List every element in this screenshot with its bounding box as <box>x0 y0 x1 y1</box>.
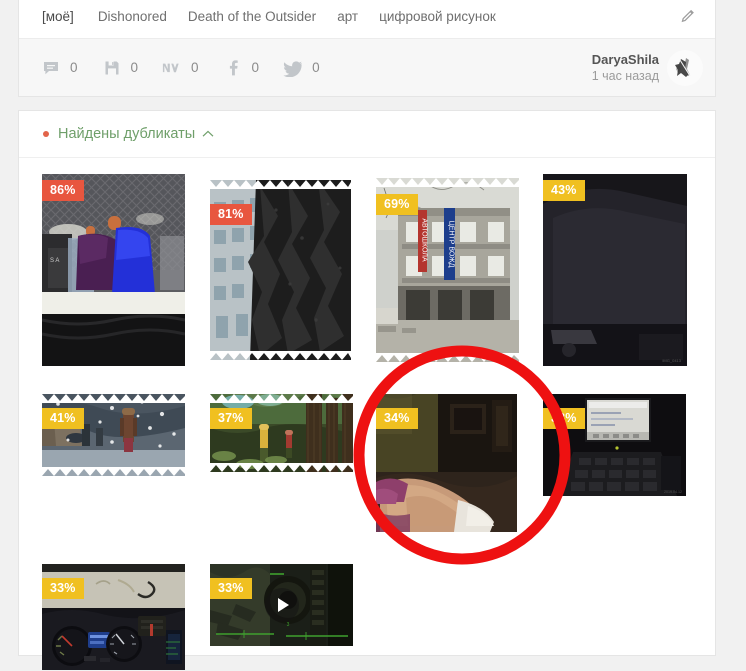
duplicate-thumb-81[interactable]: 81% <box>210 174 351 360</box>
zigzag-edge <box>210 180 351 189</box>
stat-count: 0 <box>130 60 139 75</box>
zigzag-edge <box>210 463 353 472</box>
match-badge: 43% <box>543 180 585 201</box>
duplicate-thumb-34[interactable]: 34% <box>376 388 517 532</box>
author-name[interactable]: DaryaShila <box>592 51 659 68</box>
zigzag-edge <box>376 353 519 362</box>
zigzag-edge <box>210 394 353 403</box>
page-root: [моё] Dishonored Death of the Outsider а… <box>0 0 746 671</box>
stat-count: 0 <box>191 60 199 75</box>
duplicates-row: 33% 3 33% <box>42 558 715 671</box>
svg-text:АВТОШКОЛА: АВТОШКОЛА <box>421 218 428 262</box>
tag-row: [моё] Dishonored Death of the Outsider а… <box>19 0 715 38</box>
svg-text:IMG_0413: IMG_0413 <box>662 358 681 363</box>
match-badge: 69% <box>376 194 418 215</box>
comment-icon <box>41 58 61 78</box>
chevron-up-icon[interactable] <box>202 127 214 141</box>
duplicates-row: S A 86% 81% АВТОШКОЛА ЦЕНТР ВОЖД 69% IMG… <box>42 174 715 374</box>
match-badge: 33% <box>42 578 84 599</box>
facebook-icon <box>223 58 243 78</box>
duplicates-row: 41% 37% 34% 2019.04.12 33% <box>42 388 715 540</box>
zigzag-edge <box>210 351 351 360</box>
svg-text:ЦЕНТР ВОЖД: ЦЕНТР ВОЖД <box>448 221 455 268</box>
stat-count: 0 <box>312 60 320 75</box>
twitter-icon <box>283 58 303 78</box>
match-badge: 34% <box>376 408 418 429</box>
duplicates-header[interactable]: Найдены дубликаты <box>19 111 715 158</box>
duplicate-thumb-33-b[interactable]: 33% <box>42 558 185 670</box>
duplicates-card: Найдены дубликаты S A 86% 81% АВТОШКОЛА … <box>18 110 716 670</box>
duplicate-thumb-37[interactable]: 37% <box>210 388 353 472</box>
stat-facebook[interactable]: 0 <box>223 58 260 78</box>
play-icon[interactable] <box>264 588 299 622</box>
zigzag-edge <box>42 394 185 403</box>
vk-icon <box>162 58 182 78</box>
match-badge: 86% <box>42 180 84 201</box>
save-icon <box>102 58 122 78</box>
duplicates-title: Найдены дубликаты <box>58 126 196 142</box>
duplicate-thumb-86[interactable]: S A 86% <box>42 174 185 366</box>
duplicate-thumb-69[interactable]: АВТОШКОЛА ЦЕНТР ВОЖД 69% <box>376 174 519 362</box>
post-footer: 0 0 0 0 0 DaryaShila 1 час назад <box>19 38 715 96</box>
svg-text:S A: S A <box>50 258 59 264</box>
duplicate-thumb-33-c[interactable]: 3 33% <box>210 558 353 646</box>
svg-text:3: 3 <box>287 622 290 628</box>
duplicates-grid: S A 86% 81% АВТОШКОЛА ЦЕНТР ВОЖД 69% IMG… <box>19 158 715 671</box>
zigzag-edge <box>42 467 185 476</box>
post-timestamp: 1 час назад <box>591 68 659 83</box>
stat-comments[interactable]: 0 <box>41 58 78 78</box>
stat-twitter[interactable]: 0 <box>283 58 320 78</box>
author-block: DaryaShila 1 час назад <box>592 51 659 85</box>
thumb-image: IMG_0413 <box>543 174 687 366</box>
avatar[interactable] <box>667 49 703 86</box>
tag-digital-drawing[interactable]: цифровой рисунок <box>379 9 496 24</box>
stat-count: 0 <box>251 60 260 75</box>
tag-own[interactable]: [моё] <box>42 9 74 24</box>
tag-death-of-the-outsider[interactable]: Death of the Outsider <box>188 9 316 24</box>
duplicate-thumb-33-a[interactable]: 2019.04.12 33% <box>543 388 686 496</box>
match-badge: 81% <box>210 204 252 225</box>
thumb-image <box>42 394 185 476</box>
post-card: [моё] Dishonored Death of the Outsider а… <box>18 0 716 97</box>
pencil-icon[interactable] <box>677 5 699 27</box>
tag-dishonored[interactable]: Dishonored <box>98 9 167 24</box>
stat-saves[interactable]: 0 <box>102 58 139 78</box>
stat-count: 0 <box>70 60 78 75</box>
thumb-image: S A <box>42 174 185 366</box>
match-badge: 33% <box>210 578 252 599</box>
match-badge: 33% <box>543 408 585 429</box>
tag-art[interactable]: арт <box>337 9 358 24</box>
stat-vk[interactable]: 0 <box>162 58 199 78</box>
thumb-image <box>210 394 353 472</box>
duplicate-thumb-41[interactable]: 41% <box>42 388 185 476</box>
zigzag-edge <box>376 178 519 187</box>
svg-text:2019.04.12: 2019.04.12 <box>664 490 682 494</box>
match-badge: 41% <box>42 408 84 429</box>
match-badge: 37% <box>210 408 252 429</box>
duplicate-thumb-43[interactable]: IMG_0413 43% <box>543 174 687 366</box>
bullet-dot-icon <box>43 131 49 137</box>
